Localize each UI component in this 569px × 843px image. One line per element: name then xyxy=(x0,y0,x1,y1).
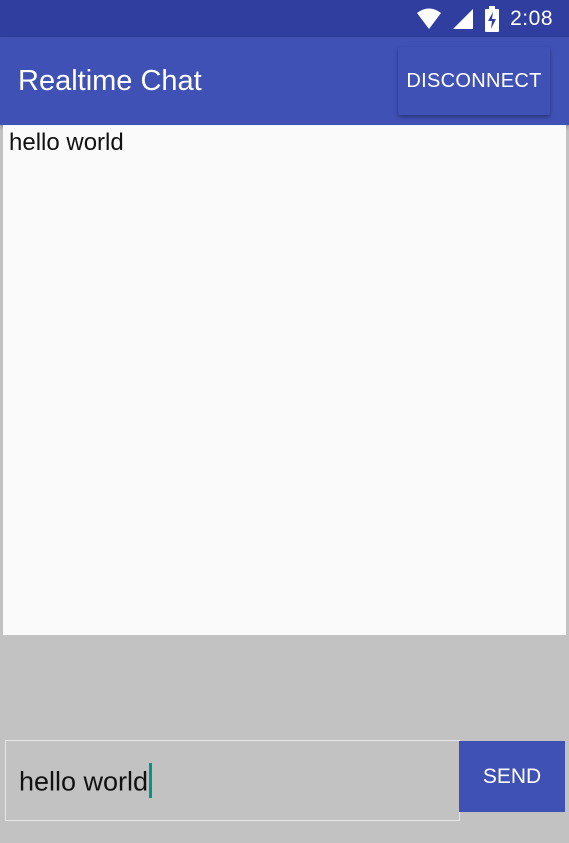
cell-signal-icon xyxy=(453,9,474,29)
status-icons: 2:08 xyxy=(416,6,553,32)
wifi-icon xyxy=(417,8,442,29)
message-input-content: hello world xyxy=(19,763,153,801)
status-bar: 2:08 xyxy=(0,0,569,37)
send-button[interactable]: SEND xyxy=(459,741,565,812)
message-input-value: hello world xyxy=(19,766,149,797)
status-time: 2:08 xyxy=(510,7,553,30)
message-input[interactable]: hello world xyxy=(5,740,460,821)
text-cursor xyxy=(149,763,153,798)
battery-charging-icon xyxy=(485,6,500,32)
app-bar: Realtime Chat DISCONNECT xyxy=(0,37,569,125)
app-title: Realtime Chat xyxy=(18,65,202,97)
message-item: hello world xyxy=(9,129,124,156)
disconnect-button[interactable]: DISCONNECT xyxy=(398,47,550,115)
message-list[interactable]: hello world xyxy=(3,125,566,635)
